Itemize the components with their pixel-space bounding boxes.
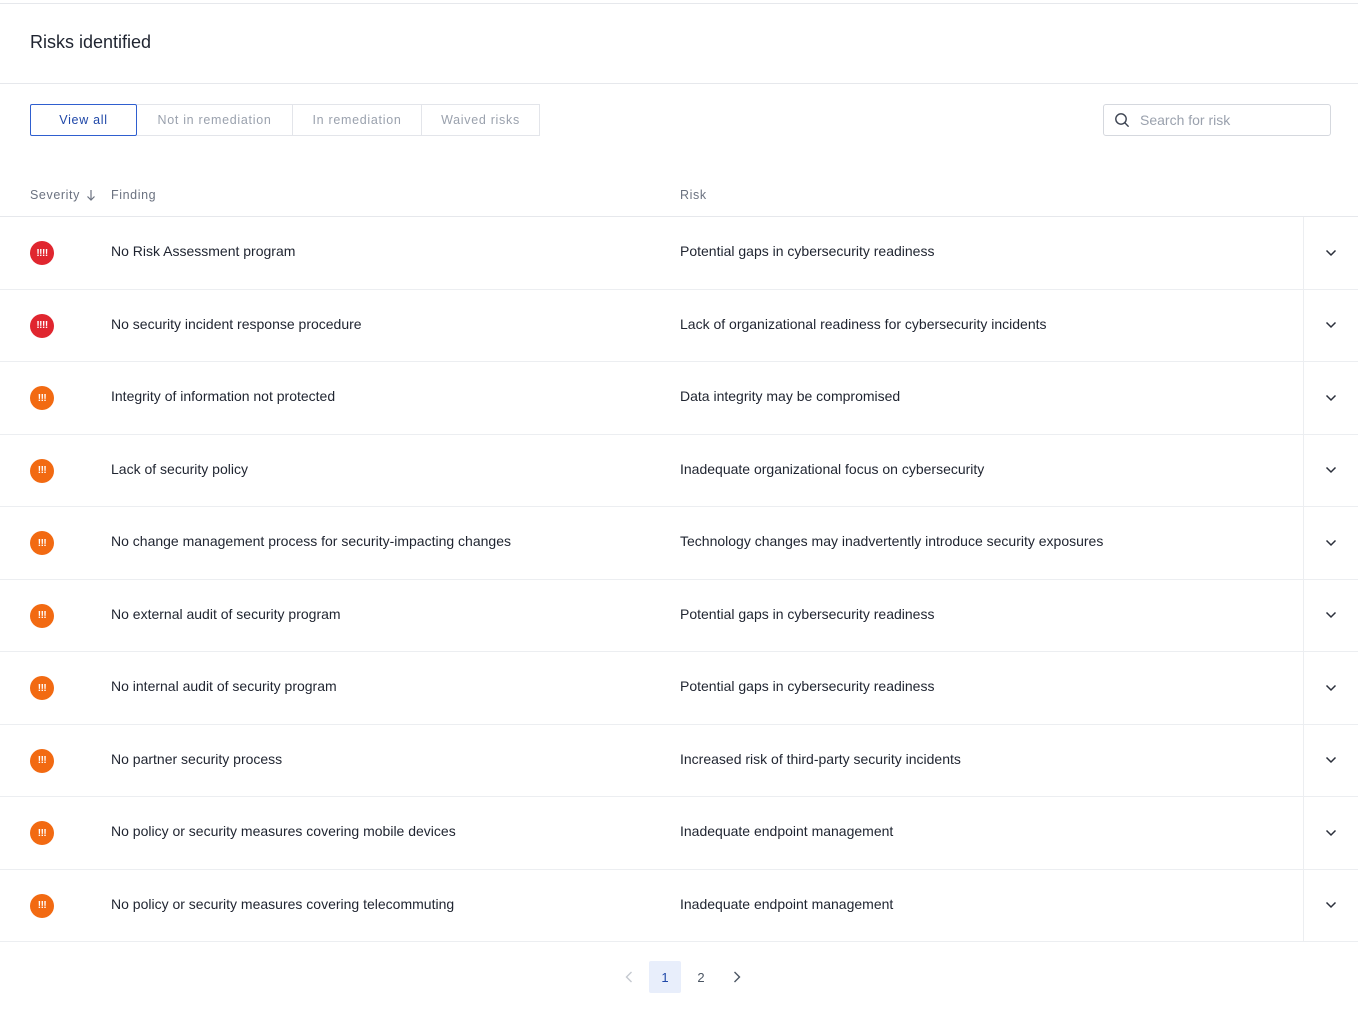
arrow-down-icon[interactable] bbox=[86, 189, 96, 201]
search-icon bbox=[1104, 105, 1140, 135]
filter-view-all[interactable]: View all bbox=[30, 104, 137, 136]
table-row[interactable]: !!! No policy or security measures coveri… bbox=[0, 869, 1358, 942]
severity-high-icon: !!! bbox=[30, 821, 54, 845]
risk-cell: Increased risk of third-party security i… bbox=[680, 750, 961, 767]
expand-row-button[interactable] bbox=[1303, 434, 1358, 506]
pagination: 1 2 bbox=[611, 961, 755, 993]
table-row[interactable]: !!! Lack of security policy Inadequate org… bbox=[0, 434, 1358, 507]
risk-cell: Inadequate endpoint management bbox=[680, 823, 894, 839]
severity-high-icon: !!! bbox=[30, 458, 54, 483]
column-header-severity[interactable]: Severity bbox=[30, 188, 96, 202]
expand-row-button[interactable] bbox=[1303, 362, 1358, 434]
filter-waived-risks[interactable]: Waived risks bbox=[422, 104, 540, 136]
column-header-severity-label: Severity bbox=[30, 188, 80, 202]
expand-row-button[interactable] bbox=[1303, 652, 1358, 724]
chevron-down-icon bbox=[1325, 249, 1337, 257]
filter-not-in-remediation[interactable]: Not in remediation bbox=[137, 104, 293, 136]
column-header-risk: Risk bbox=[680, 188, 707, 202]
chevron-down-icon bbox=[1325, 611, 1337, 619]
severity-high-icon: !!! bbox=[30, 893, 54, 918]
search-box bbox=[1103, 104, 1331, 136]
chevron-down-icon bbox=[1325, 684, 1337, 692]
severity-high-icon: !!! bbox=[30, 531, 54, 555]
filter-tabs: View all Not in remediation In remediati… bbox=[30, 104, 540, 136]
chevron-down-icon bbox=[1325, 901, 1337, 909]
filter-in-remediation[interactable]: In remediation bbox=[293, 104, 422, 136]
finding-cell: No internal audit of security program bbox=[111, 678, 337, 694]
expand-row-button[interactable] bbox=[1303, 289, 1358, 361]
finding-cell: No policy or security measures covering … bbox=[111, 895, 455, 912]
expand-row-button[interactable] bbox=[1303, 507, 1358, 579]
severity-critical-icon: !!!! bbox=[30, 313, 54, 338]
chevron-down-icon bbox=[1325, 756, 1337, 764]
expand-row-button[interactable] bbox=[1303, 797, 1358, 869]
severity-high-icon: !!! bbox=[30, 676, 54, 700]
severity-critical-icon: !!!! bbox=[30, 241, 54, 265]
finding-cell: Integrity of information not protected bbox=[111, 388, 336, 404]
risk-cell: Inadequate organizational focus on cyber… bbox=[680, 460, 985, 477]
expand-row-button[interactable] bbox=[1303, 869, 1358, 941]
severity-high-icon: !!! bbox=[30, 748, 54, 773]
page-header: Risks identified bbox=[0, 4, 1358, 84]
finding-cell: No external audit of security program bbox=[111, 605, 341, 622]
risks-page: Risks identified View all Not in remedia… bbox=[0, 0, 1358, 1010]
risk-cell: Potential gaps in cybersecurity readines… bbox=[680, 605, 935, 622]
risk-cell: Technology changes may inadvertently int… bbox=[680, 533, 1104, 549]
severity-high-icon: !!! bbox=[30, 386, 54, 410]
search-input[interactable] bbox=[1140, 112, 1320, 128]
chevron-right-icon[interactable] bbox=[721, 961, 753, 993]
table-row[interactable]: !!! Integrity of information not protecte… bbox=[0, 362, 1358, 435]
expand-row-button[interactable] bbox=[1303, 217, 1358, 289]
chevron-left-icon[interactable] bbox=[613, 961, 645, 993]
page-title: Risks identified bbox=[30, 32, 152, 52]
table-row[interactable]: !!!! No Risk Assessment program Potential … bbox=[0, 217, 1358, 290]
risk-cell: Potential gaps in cybersecurity readines… bbox=[680, 678, 935, 694]
chevron-down-icon bbox=[1325, 394, 1337, 402]
table-row[interactable]: !!! No change management process for secu… bbox=[0, 507, 1358, 580]
risk-cell: Data integrity may be compromised bbox=[680, 388, 901, 404]
chevron-down-icon bbox=[1325, 321, 1337, 329]
chevron-down-icon bbox=[1325, 466, 1337, 474]
finding-cell: No change management process for securit… bbox=[111, 533, 511, 549]
finding-cell: No security incident response procedure bbox=[111, 315, 362, 332]
chevron-down-icon bbox=[1325, 539, 1337, 547]
table-header: Severity Finding Risk bbox=[0, 174, 1358, 217]
finding-cell: Lack of security policy bbox=[111, 460, 248, 477]
expand-row-button[interactable] bbox=[1303, 579, 1358, 651]
table-row[interactable]: !!! No partner security process Increased … bbox=[0, 724, 1358, 797]
column-header-finding: Finding bbox=[111, 188, 157, 202]
risk-cell: Lack of organizational readiness for cyb… bbox=[680, 315, 1047, 332]
chevron-down-icon bbox=[1325, 829, 1337, 837]
page-1-button[interactable]: 1 bbox=[649, 961, 681, 993]
table-row[interactable]: !!! No internal audit of security program… bbox=[0, 652, 1358, 725]
finding-cell: No policy or security measures covering … bbox=[111, 823, 456, 839]
finding-cell: No Risk Assessment program bbox=[111, 243, 296, 259]
table-body: !!!! No Risk Assessment program Potential … bbox=[0, 217, 1358, 942]
risk-cell: Potential gaps in cybersecurity readines… bbox=[680, 243, 935, 259]
risk-cell: Inadequate endpoint management bbox=[680, 895, 894, 912]
expand-row-button[interactable] bbox=[1303, 724, 1358, 796]
page-2-button[interactable]: 2 bbox=[685, 961, 717, 993]
table-row[interactable]: !!! No external audit of security program… bbox=[0, 579, 1358, 652]
severity-high-icon: !!! bbox=[30, 603, 54, 628]
finding-cell: No partner security process bbox=[111, 750, 283, 767]
table-row[interactable]: !!!! No security incident response proced… bbox=[0, 289, 1358, 362]
table-row[interactable]: !!! No policy or security measures coveri… bbox=[0, 797, 1358, 870]
